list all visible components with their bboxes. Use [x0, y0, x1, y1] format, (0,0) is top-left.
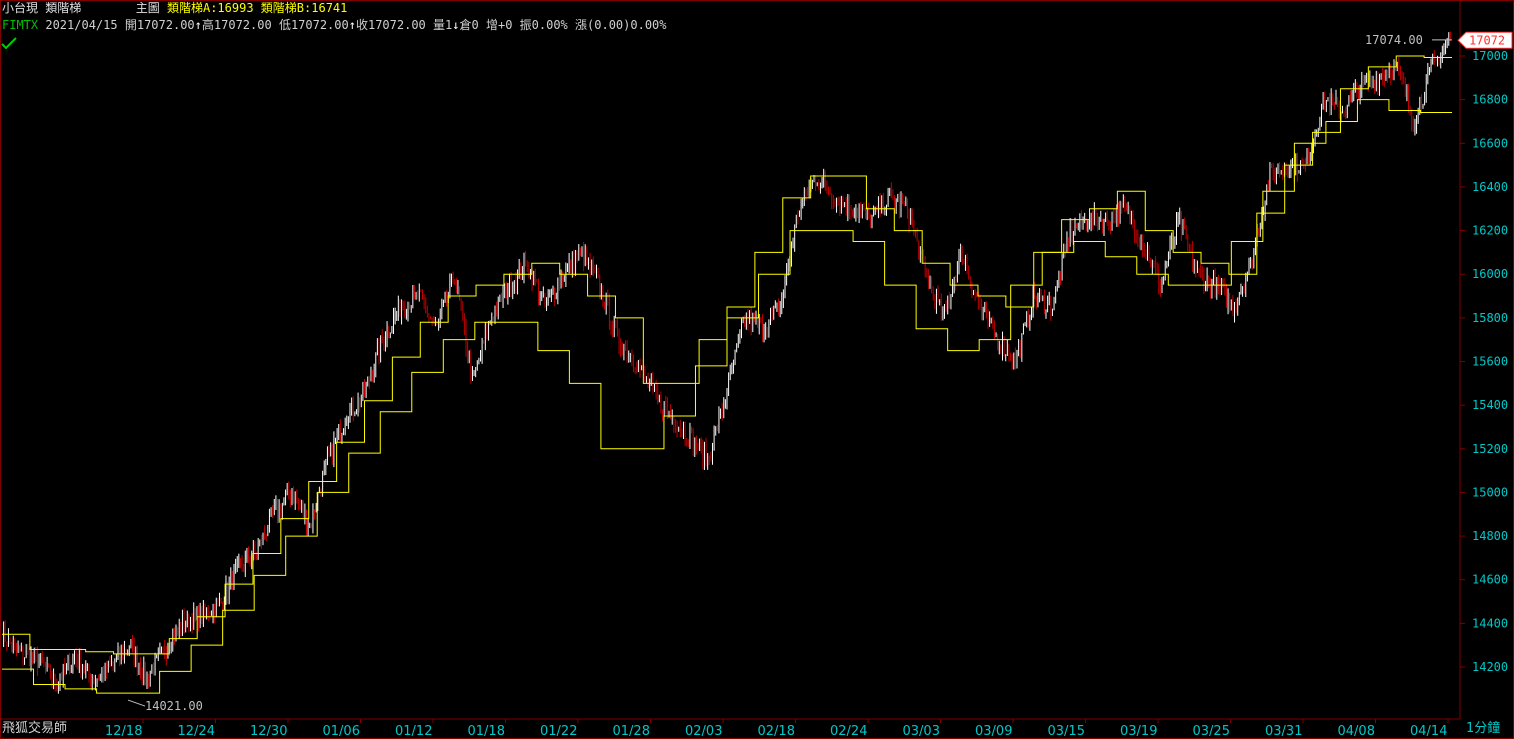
quote-change: 漲(0.00)0.00%: [575, 18, 667, 32]
interval-selector[interactable]: 1分鐘: [1466, 720, 1500, 738]
y-tick-label: 16200: [1472, 224, 1508, 238]
quote-oi: 倉0: [459, 18, 479, 32]
x-tick-label: 12/18: [105, 724, 142, 739]
y-tick-label: 16800: [1472, 93, 1508, 107]
y-tick-label: 16000: [1472, 267, 1508, 281]
x-tick-label: 03/31: [1265, 724, 1302, 739]
quote-close: 收17072.00: [355, 18, 426, 32]
high-price-label: 17074.00: [1365, 33, 1423, 47]
x-tick-label: 03/03: [903, 724, 940, 739]
check-icon[interactable]: [1, 36, 17, 52]
up-arrow-icon-2: ↑: [348, 18, 356, 32]
quote-low: 低17072.00: [278, 18, 349, 32]
x-tick-label: 03/25: [1193, 724, 1230, 739]
indicator-name[interactable]: 類階梯: [45, 1, 81, 15]
x-tick-label: 03/15: [1048, 724, 1085, 739]
y-tick-label: 15400: [1472, 398, 1508, 412]
down-arrow-icon: ↓: [452, 18, 460, 32]
x-tick-label: 03/19: [1120, 724, 1157, 739]
x-tick-label: 12/24: [178, 724, 215, 739]
y-tick-label: 14400: [1472, 616, 1508, 630]
x-tick-label: 03/09: [975, 724, 1012, 739]
x-tick-label: 02/24: [830, 724, 867, 739]
x-tick-label: 04/14: [1410, 724, 1447, 739]
last-price-label: 17072: [1469, 33, 1505, 47]
y-tick-label: 14600: [1472, 573, 1508, 587]
price-marks: 17074.00 14021.00 17072: [127, 31, 1513, 713]
low-price-label: 14021.00: [145, 699, 203, 713]
y-tick-label: 16600: [1472, 136, 1508, 150]
x-tick-label: 01/18: [468, 724, 505, 739]
x-tick-label: 01/28: [613, 724, 650, 739]
y-tick-label: 14800: [1472, 529, 1508, 543]
quote-open: 開17072.00: [124, 18, 195, 32]
quote-high: 高17072.00: [201, 18, 272, 32]
y-tick-label: 17000: [1472, 49, 1508, 63]
x-tick-label: 02/18: [758, 724, 795, 739]
ladder-b-value: 類階梯B:16741: [260, 1, 348, 15]
up-arrow-icon: ↑: [194, 18, 202, 32]
symbol-code[interactable]: FIMTX: [2, 18, 38, 32]
y-tick-label: 14200: [1472, 660, 1508, 674]
y-tick-label: 16400: [1472, 180, 1508, 194]
y-tick-label: 15600: [1472, 355, 1508, 369]
x-tick-label: 01/22: [540, 724, 577, 739]
y-tick-label: 15800: [1472, 311, 1508, 325]
ladder-a-value: 類階梯A:16993: [166, 1, 254, 15]
quote-amplitude: 振0.00%: [519, 18, 568, 32]
quote-volume: 量1: [433, 18, 453, 32]
quote-date: 2021/04/15: [45, 18, 118, 32]
x-tick-label: 04/08: [1338, 724, 1375, 739]
y-tick-label: 15000: [1472, 485, 1508, 499]
x-axis: 12/18 12/24 12/30 01/06 01/12 01/18 01/22 01/28…: [105, 719, 1449, 739]
x-tick-label: 01/06: [323, 724, 360, 739]
header-bar: 小台現 類階梯 主圖 類階梯A:16993 類階梯B:16741: [2, 0, 347, 16]
x-tick-label: 12/30: [250, 724, 287, 739]
quote-change-oi: 增+0: [485, 18, 513, 32]
quote-bar: FIMTX 2021/04/15 開17072.00↑高17072.00 低17…: [2, 17, 667, 33]
price-chart[interactable]: 14200 14400 14600 14800 15000 15200 15400 15600…: [0, 0, 1514, 739]
instrument-name[interactable]: 小台現: [2, 1, 38, 15]
y-tick-label: 15200: [1472, 442, 1508, 456]
x-tick-label: 02/03: [685, 724, 722, 739]
low-marker-line: [127, 699, 146, 707]
chart-label: 主圖: [135, 1, 160, 15]
x-tick-label: 01/12: [395, 724, 432, 739]
y-axis: 14200 14400 14600 14800 15000 15200 15400 15600…: [1460, 49, 1508, 674]
app-name: 飛狐交易師: [2, 721, 68, 736]
